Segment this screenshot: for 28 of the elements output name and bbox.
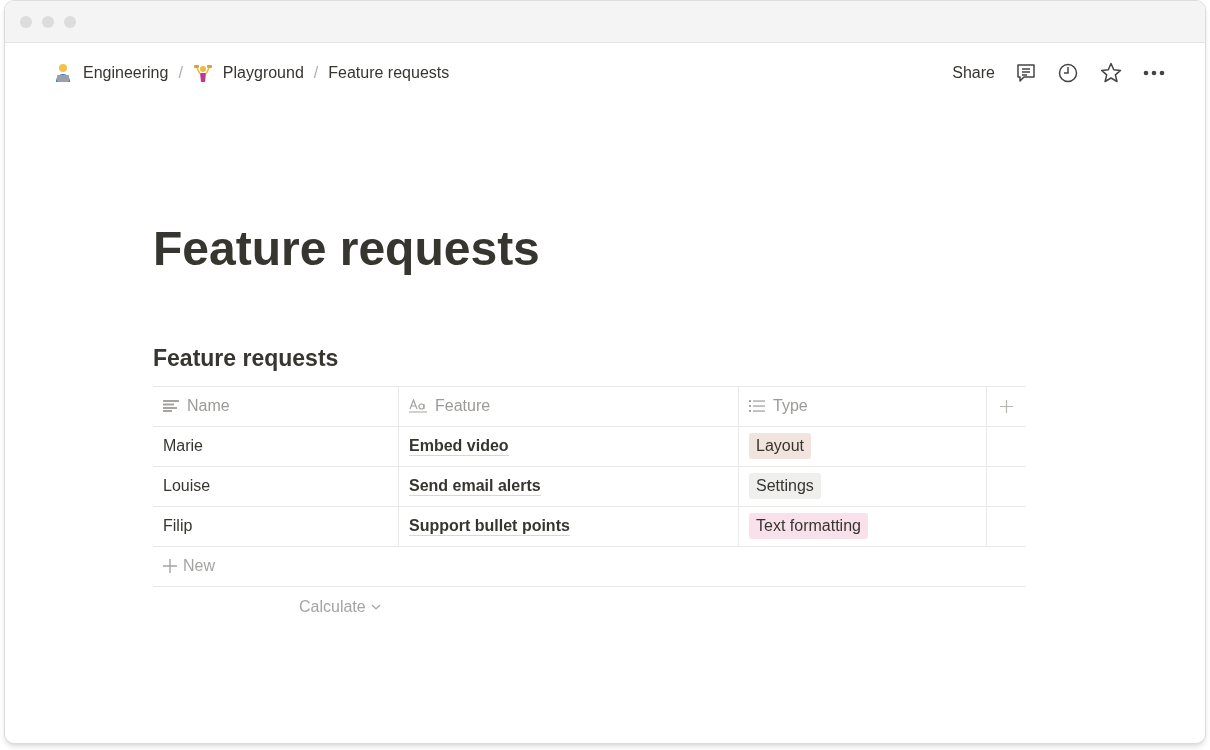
database-title: Feature requests [153,344,340,373]
feature-link[interactable]: Support bullet points [409,516,570,536]
comment-icon[interactable] [1015,62,1037,84]
breadcrumb-link[interactable]: Engineering [53,61,169,85]
person-with-dumbbells-icon [192,63,213,83]
table-cell-text: Marie [163,436,203,456]
plus-icon [163,559,177,573]
type-tag: Text formatting [749,513,868,539]
letters-icon [409,399,427,413]
chevron-down-icon [370,603,381,610]
breadcrumb-link[interactable]: Playground [192,61,304,85]
breadcrumb-link[interactable]: Feature requests [328,61,450,85]
person-with-laptop-icon [53,63,73,83]
page-title: Feature requests [153,221,541,277]
feature-link[interactable]: Send email alerts [409,476,541,496]
clock-icon[interactable] [1057,62,1079,84]
breadcrumb-separator: / [177,63,184,83]
list-icon [749,400,765,412]
share-button[interactable]: Share [952,61,995,85]
table-cell-text: Louise [163,476,211,496]
star-icon[interactable] [1099,61,1123,85]
type-tag: Layout [749,433,812,459]
breadcrumb-separator: / [312,63,320,83]
more-icon[interactable] [1143,70,1165,76]
table-cell-text: Filip [163,516,193,536]
text-lines-icon [163,400,179,412]
feature-link[interactable]: Embed video [409,436,509,456]
type-tag: Settings [749,473,821,499]
